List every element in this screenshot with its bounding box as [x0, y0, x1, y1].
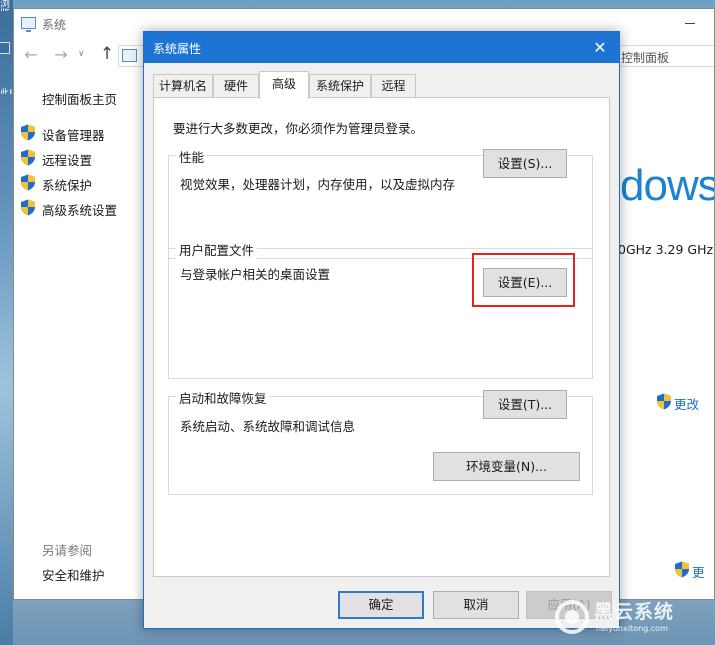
- uac-shield-icon: [675, 561, 689, 578]
- uac-shield-icon: [21, 174, 35, 191]
- startup-recovery-description: 系统启动、系统故障和调试信息: [180, 419, 356, 434]
- uac-shield-icon: [21, 149, 35, 166]
- minimize-button[interactable]: [680, 15, 702, 33]
- uac-shield-icon: [21, 199, 35, 216]
- highlight-annotation: [472, 253, 575, 307]
- system-window-title: 系统: [42, 18, 67, 32]
- sidebar-control-panel-home[interactable]: 控制面板主页: [42, 89, 117, 108]
- desktop-shortcut-label: 浏览器: [0, 0, 10, 11]
- environment-variables-button[interactable]: 环境变量(N)...: [433, 452, 580, 481]
- desktop-background: [0, 0, 13, 645]
- monitor-icon: [0, 42, 10, 54]
- uac-shield-icon: [657, 393, 671, 410]
- see-also-heading: 另请参阅: [42, 543, 93, 558]
- close-icon[interactable]: ✕: [589, 37, 611, 59]
- sidebar-item-advanced-system-settings[interactable]: 高级系统设置: [20, 198, 140, 218]
- computer-icon: [122, 49, 137, 62]
- cloud-logo-icon: [555, 600, 589, 634]
- admin-note: 要进行大多数更改，你必须作为管理员登录。: [173, 121, 424, 136]
- dialog-titlebar[interactable]: 系统属性 ✕: [144, 32, 619, 63]
- desktop-icon-label: 此电脑: [0, 89, 12, 94]
- sidebar-item-label: 高级系统设置: [42, 203, 118, 218]
- sidebar-item-label: 系统保护: [42, 178, 93, 193]
- sidebar-item-label: 远程设置: [42, 153, 93, 168]
- change-settings-label: 更改: [674, 397, 700, 412]
- tab-hardware[interactable]: 硬件: [213, 74, 259, 98]
- sidebar-item-system-protection[interactable]: 系统保护: [20, 173, 140, 193]
- up-arrow-icon[interactable]: ↑: [98, 44, 116, 64]
- watermark: 黑云系统 heiyunxitong.com: [554, 597, 715, 645]
- system-properties-dialog: 系统属性 ✕ 计算机名 硬件 高级 系统保护 远程 要进行大多数更改，你必须作为…: [143, 31, 620, 629]
- user-profiles-description: 与登录帐户相关的桌面设置: [180, 267, 331, 282]
- sidebar: 控制面板主页 设备管理器 远程设置 系统保护 高级系统设置 另请参阅 安全和维护: [14, 73, 144, 599]
- chevron-down-icon[interactable]: ∨: [78, 49, 88, 61]
- tab-computer-name[interactable]: 计算机名: [153, 74, 213, 98]
- cpu-speed-text: 0GHz 3.29 GHz: [618, 242, 714, 257]
- address-text: 控制面板: [621, 51, 670, 65]
- back-arrow-icon[interactable]: ←: [22, 45, 40, 65]
- tab-remote[interactable]: 远程: [371, 74, 416, 98]
- change-product-key-label: 更: [692, 565, 705, 580]
- watermark-url: heiyunxitong.com: [596, 624, 668, 633]
- forward-arrow-icon[interactable]: →: [52, 45, 70, 65]
- performance-description: 视觉效果，处理器计划，内存使用，以及虚拟内存: [180, 177, 456, 192]
- uac-shield-icon: [21, 124, 35, 141]
- sidebar-item-security-maintenance[interactable]: 安全和维护: [42, 565, 105, 584]
- ok-button[interactable]: 确定: [338, 591, 424, 619]
- sidebar-item-device-manager[interactable]: 设备管理器: [20, 123, 140, 143]
- performance-group-title: 性能: [176, 147, 208, 166]
- watermark-brand: 黑云系统: [594, 601, 675, 623]
- tab-strip: 计算机名 硬件 高级 系统保护 远程: [153, 71, 613, 99]
- performance-settings-button[interactable]: 设置(S)...: [483, 149, 567, 178]
- windows-logo-text: dows: [620, 161, 715, 210]
- dialog-title: 系统属性: [153, 42, 202, 56]
- computer-icon: [21, 17, 36, 32]
- sidebar-item-remote-settings[interactable]: 远程设置: [20, 148, 140, 168]
- tab-system-protection[interactable]: 系统保护: [309, 74, 371, 98]
- sidebar-item-label: 设备管理器: [42, 128, 105, 143]
- cancel-button[interactable]: 取消: [433, 591, 519, 619]
- startup-recovery-group-title: 启动和故障恢复: [176, 388, 270, 407]
- desktop-this-pc-icon[interactable]: 此电脑: [0, 42, 12, 94]
- tab-advanced[interactable]: 高级: [259, 71, 309, 99]
- user-profiles-group-title: 用户配置文件: [176, 240, 258, 259]
- startup-recovery-settings-button[interactable]: 设置(T)...: [483, 390, 567, 419]
